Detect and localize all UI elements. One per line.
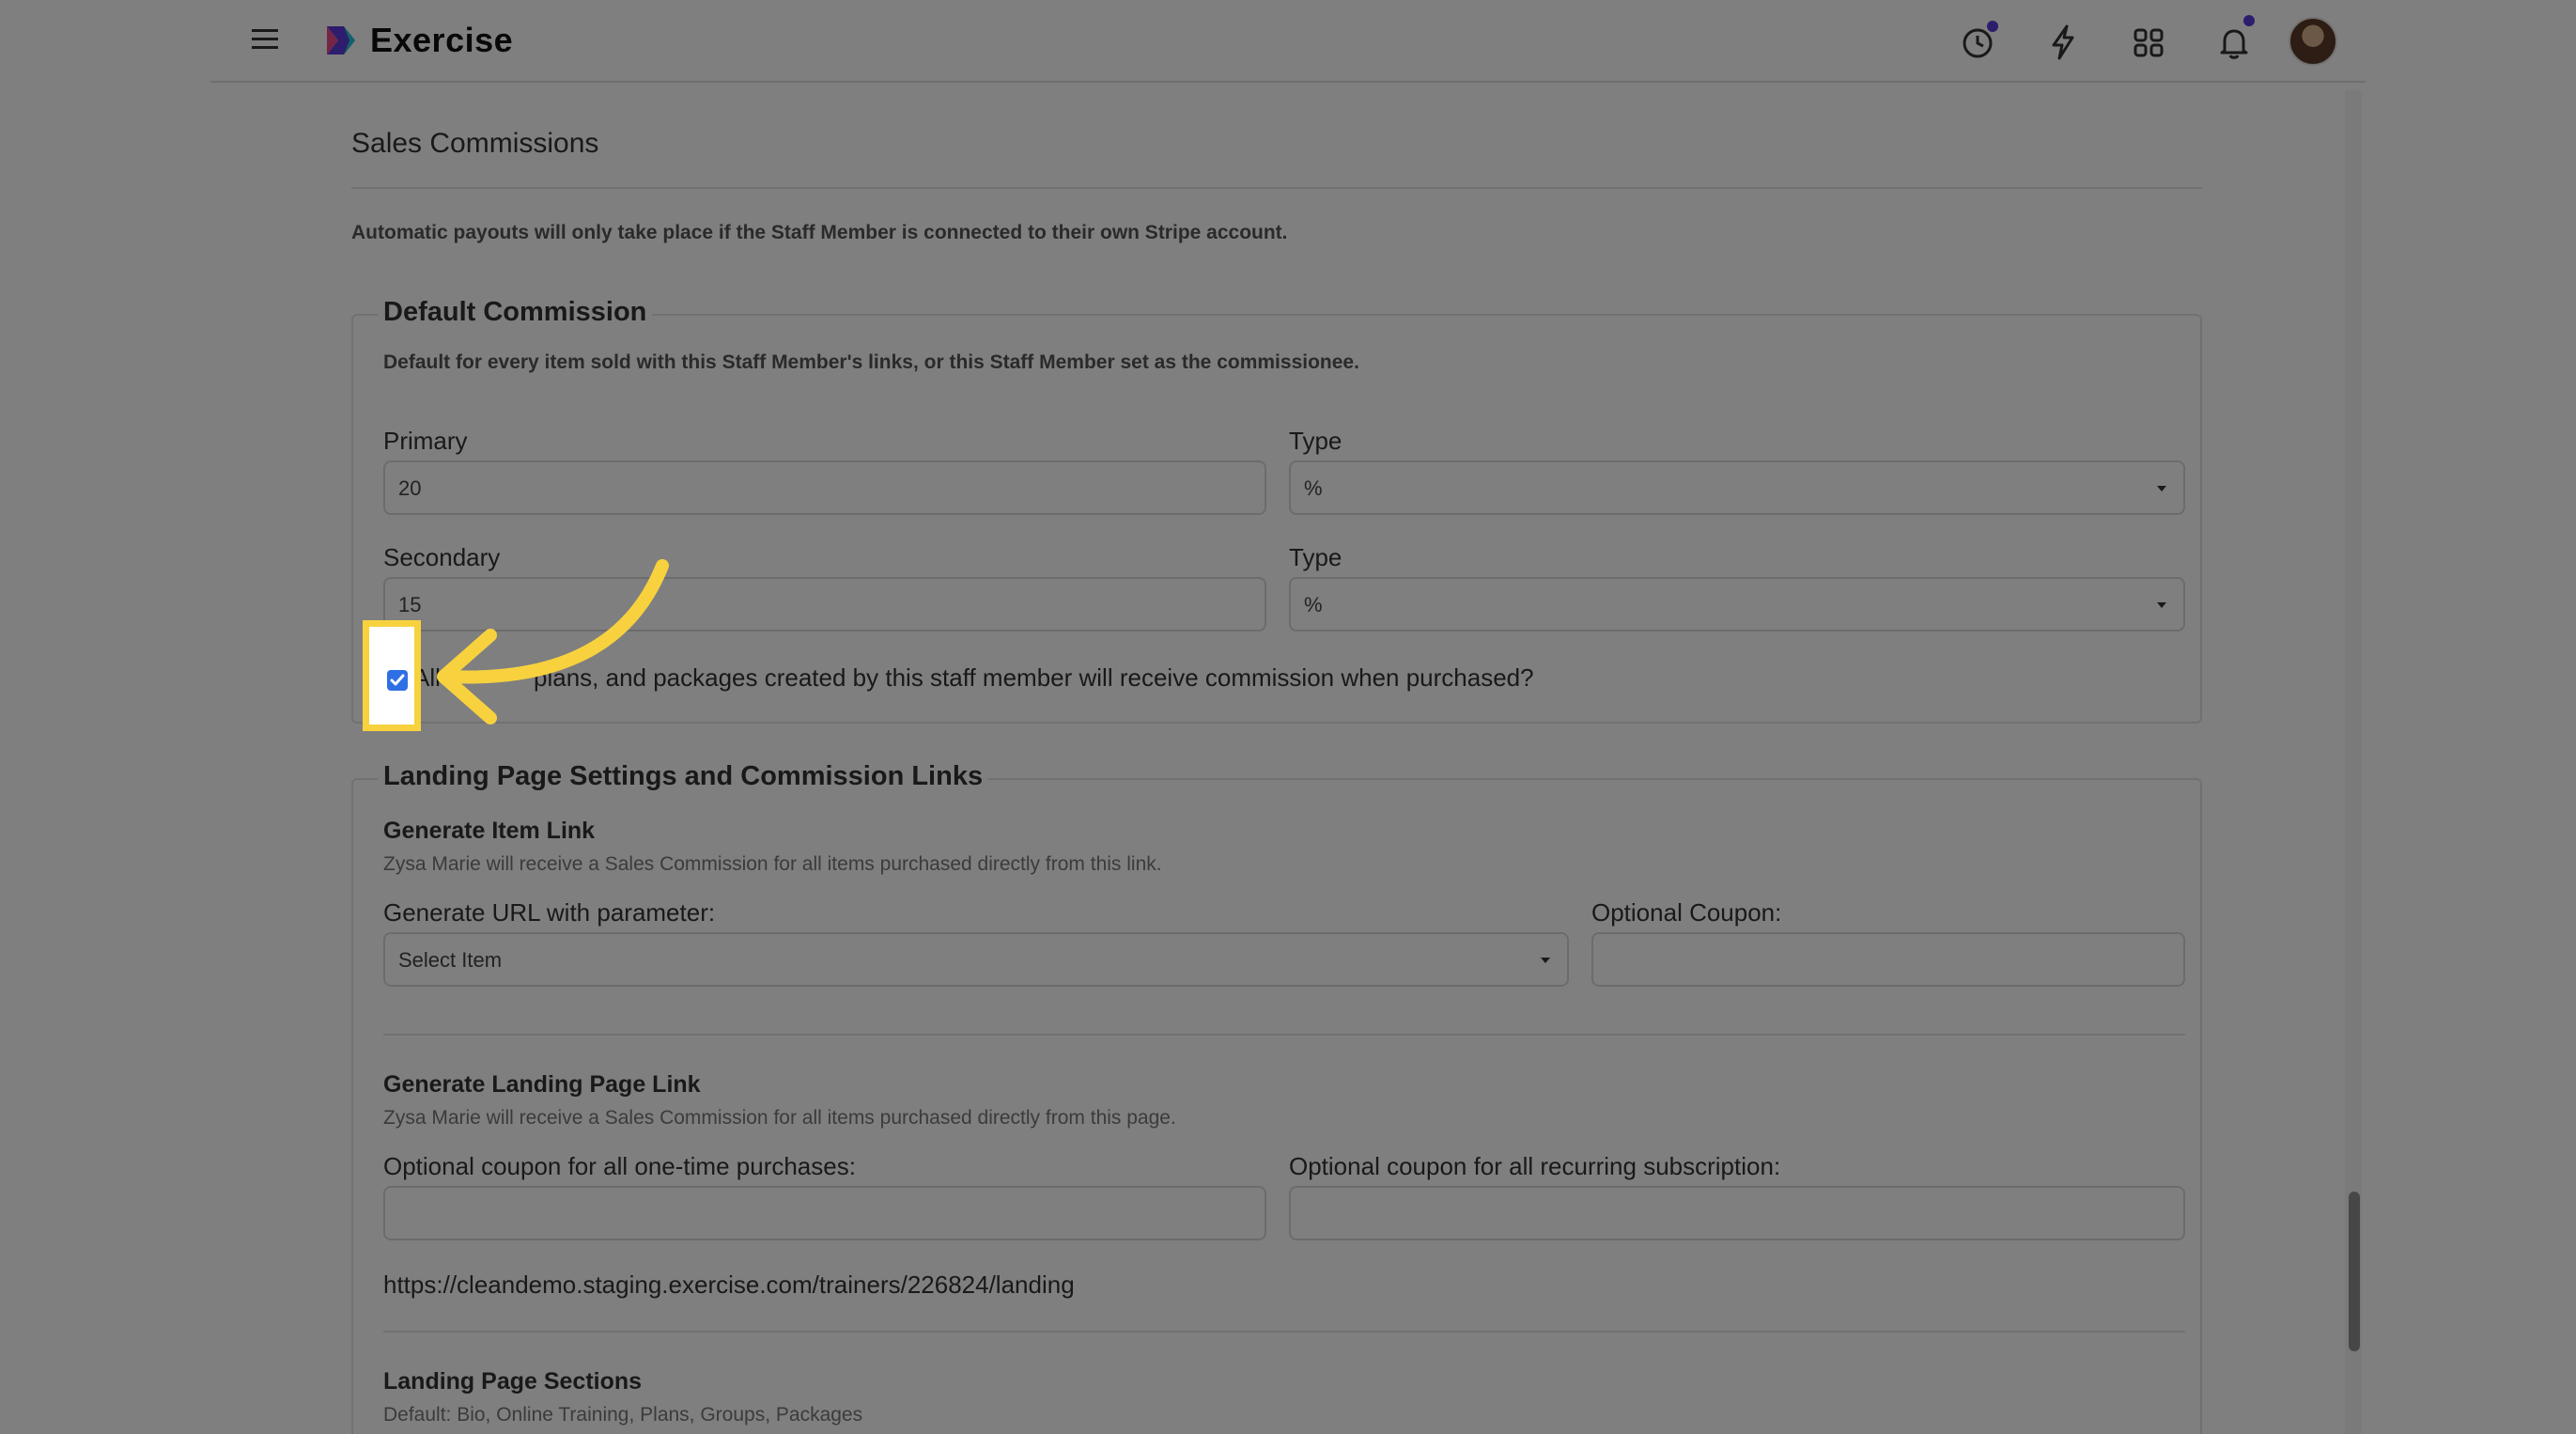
notification-dot [1987, 21, 1998, 32]
primary-type-value: % [1304, 476, 1323, 500]
recurring-coupon-input[interactable] [1289, 1186, 2185, 1240]
scrollbar-thumb[interactable] [2349, 1192, 2360, 1351]
notification-dot [2243, 15, 2255, 26]
highlighted-checkbox-area [363, 620, 421, 731]
select-item-placeholder: Select Item [398, 948, 503, 972]
history-icon[interactable] [1955, 19, 2000, 64]
chevron-down-icon [2157, 602, 2166, 608]
primary-type-label: Type [1289, 427, 1342, 455]
chevron-down-icon [1541, 958, 1550, 963]
landing-page-url[interactable]: https://cleandemo.staging.exercise.com/t… [383, 1270, 1075, 1300]
top-navigation-bar: Exercise [210, 0, 2366, 83]
secondary-type-label: Type [1289, 543, 1342, 571]
landing-link-title: Generate Landing Page Link [383, 1071, 701, 1098]
optional-coupon-input[interactable] [1591, 932, 2185, 987]
commission-checkbox[interactable] [387, 670, 408, 691]
check-icon [390, 674, 405, 686]
payout-note: Automatic payouts will only take place i… [351, 222, 1288, 243]
onetime-coupon-label: Optional coupon for all one-time purchas… [383, 1152, 856, 1180]
primary-type-select[interactable]: % [1289, 460, 2185, 515]
landing-settings-legend: Landing Page Settings and Commission Lin… [378, 761, 989, 792]
divider [383, 1331, 2185, 1333]
landing-sections-title: Landing Page Sections [383, 1368, 643, 1395]
landing-sections-hint: Default: Bio, Online Training, Plans, Gr… [383, 1404, 863, 1426]
recurring-coupon-label: Optional coupon for all recurring subscr… [1289, 1152, 1781, 1180]
default-commission-description: Default for every item sold with this St… [383, 351, 1359, 373]
url-param-label: Generate URL with parameter: [383, 898, 716, 927]
divider [351, 187, 2202, 189]
apps-grid-icon[interactable] [2126, 19, 2171, 64]
menu-icon[interactable] [250, 24, 280, 55]
landing-link-hint: Zysa Marie will receive a Sales Commissi… [383, 1107, 1176, 1129]
item-link-hint: Zysa Marie will receive a Sales Commissi… [383, 853, 1162, 875]
onetime-coupon-input[interactable] [383, 1186, 1266, 1240]
lightning-icon[interactable] [2041, 19, 2086, 64]
page-title: Sales Commissions [351, 128, 599, 159]
select-item-dropdown[interactable]: Select Item [383, 932, 1569, 987]
divider [383, 1034, 2185, 1036]
secondary-type-value: % [1304, 593, 1323, 616]
landing-settings-fieldset [351, 778, 2202, 1434]
logo-icon[interactable] [321, 21, 361, 60]
main-content: Sales Commissions Automatic payouts will… [210, 83, 2366, 1434]
item-link-title: Generate Item Link [383, 818, 596, 844]
bell-icon[interactable] [2211, 15, 2257, 64]
default-commission-legend: Default Commission [378, 297, 653, 328]
chevron-down-icon [2157, 486, 2166, 491]
primary-commission-input[interactable]: 20 [383, 460, 1266, 515]
avatar[interactable] [2289, 17, 2337, 66]
pointer-arrow-icon [437, 559, 669, 725]
primary-label: Primary [383, 427, 468, 455]
brand-name[interactable]: Exercise [370, 21, 513, 60]
optional-coupon-label: Optional Coupon: [1591, 898, 1782, 927]
secondary-type-select[interactable]: % [1289, 577, 2185, 631]
